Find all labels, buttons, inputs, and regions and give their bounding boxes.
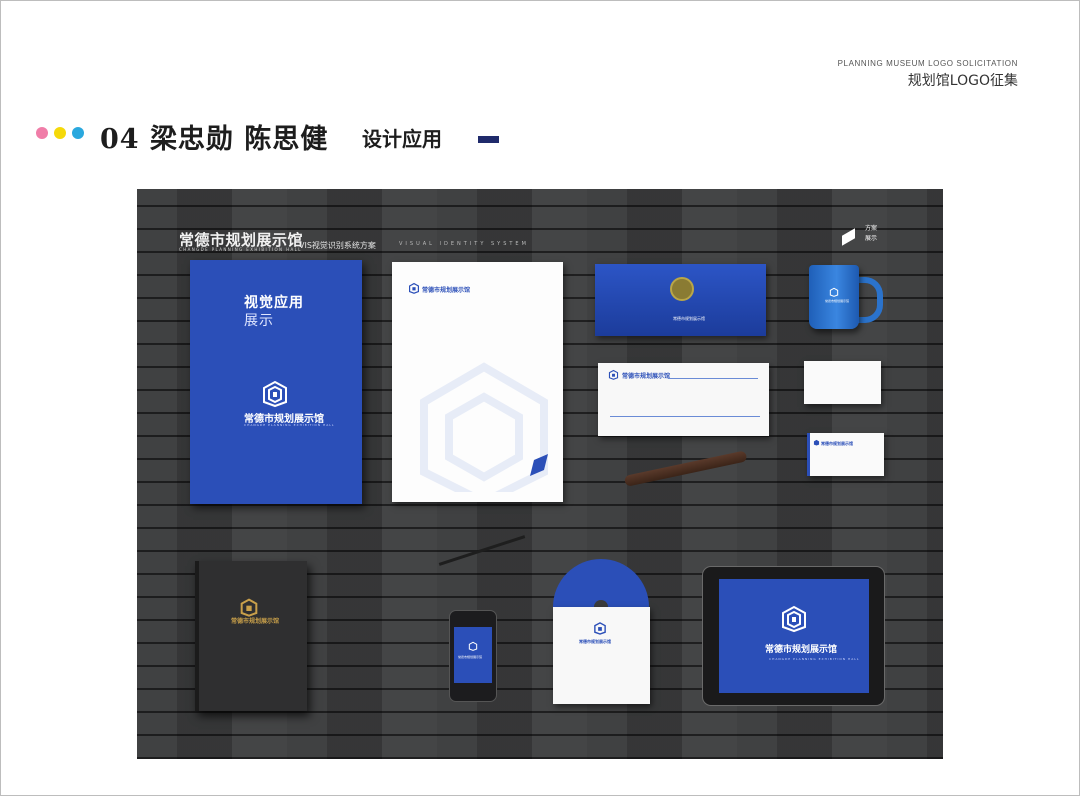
- letterhead: 常德市规划展示馆: [392, 262, 563, 502]
- logo-icon: [594, 622, 606, 635]
- corner-tag-line2: 展示: [864, 235, 877, 242]
- envelope-brand: 常德市规划展示馆: [673, 316, 705, 321]
- business-card-front: 常德市规划展示馆: [807, 433, 884, 476]
- logo-icon: [813, 439, 820, 446]
- logo-icon: [829, 287, 839, 297]
- vis-label: VIS视觉识别系统方案: [299, 241, 376, 250]
- dot-yellow: [54, 127, 66, 139]
- blue-envelope: 常德市规划展示馆: [595, 264, 766, 336]
- tablet-screen: 常德市规划展示馆 CHANGDE PLANNING EXHIBITION HAL…: [719, 579, 869, 693]
- title-accent-bar: [478, 136, 499, 143]
- cd-sleeve: 常德市规划展示馆: [553, 607, 650, 704]
- header-english: PLANNING MUSEUM LOGO SOLICITATION: [837, 59, 1018, 68]
- notebook-brand: 常德市规划展示馆: [231, 618, 280, 625]
- folder-title: 视觉应用: [244, 295, 304, 311]
- logo-icon: [608, 369, 619, 380]
- logo-icon: [263, 380, 287, 408]
- tablet: 常德市规划展示馆 CHANGDE PLANNING EXHIBITION HAL…: [702, 566, 885, 706]
- corner-tag-line1: 方案: [864, 225, 877, 232]
- pen-thin: [438, 535, 526, 566]
- tablet-brand: 常德市规划展示馆: [765, 645, 838, 655]
- section-subtitle: 设计应用: [362, 127, 442, 151]
- header-chinese: 规划馆LOGO征集: [907, 73, 1018, 89]
- corner-tag: 方案 展示: [865, 224, 877, 244]
- color-dots: [36, 127, 84, 139]
- address-line: [668, 378, 758, 379]
- white-envelope: 常德市规划展示馆: [598, 363, 769, 436]
- mug-brand: 常德市规划展示馆: [825, 299, 850, 303]
- letterhead-brand: 常德市规划展示馆: [422, 287, 471, 294]
- corner-mark-icon: [842, 228, 855, 246]
- wax-seal-icon: [670, 277, 694, 301]
- logo-icon: [782, 605, 806, 633]
- card-brand: 常德市规划展示馆: [821, 441, 853, 446]
- gold-logo-icon: [240, 598, 258, 617]
- logo-icon: [468, 641, 478, 651]
- page-title: 04 梁忠勋 陈思健: [100, 124, 329, 155]
- mockup-scene: 常德市规划展示馆 CHANGDE PLANNING EXHIBITION HAL…: [137, 189, 943, 759]
- envelope-white-brand: 常德市规划展示馆: [622, 373, 671, 380]
- folder-subtitle: 展示: [244, 313, 274, 329]
- dot-pink: [36, 127, 48, 139]
- folder-brand-english: CHANGDE PLANNING EXHIBITION HALL: [244, 423, 335, 427]
- mug: 常德市规划展示馆: [809, 265, 859, 329]
- watermark-logo-icon: [420, 362, 548, 492]
- address-line: [610, 416, 760, 417]
- sleeve-brand: 常德市规划展示馆: [579, 639, 611, 644]
- dot-blue: [72, 127, 84, 139]
- phone-brand: 常德市规划展示馆: [458, 655, 483, 659]
- phone-screen: 常德市规划展示馆: [454, 627, 492, 683]
- tablet-brand-english: CHANGDE PLANNING EXHIBITION HALL: [769, 657, 860, 661]
- pen: [623, 450, 748, 487]
- logo-icon: [409, 282, 419, 294]
- vis-english: VISUAL IDENTITY SYSTEM: [399, 241, 529, 247]
- business-card-back: [804, 361, 881, 404]
- smartphone: 常德市规划展示馆: [449, 610, 497, 702]
- card-stripe: [807, 433, 810, 476]
- dark-notebook: 常德市规划展示馆: [195, 561, 307, 711]
- blue-folder: 视觉应用 展示 常德市规划展示馆 CHANGDE PLANNING EXHIBI…: [190, 260, 362, 504]
- scene-brand-english: CHANGDE PLANNING EXHIBITION HALL: [179, 247, 302, 252]
